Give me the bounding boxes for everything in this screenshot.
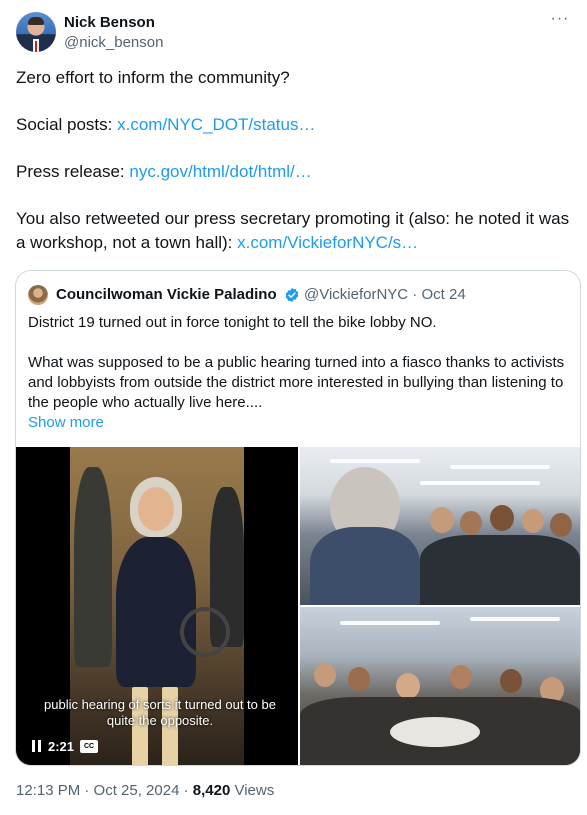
tweet-line: You also retweeted our press secretary p… (16, 207, 571, 255)
media-grid: public hearing of sorts it turned out to… (16, 447, 580, 765)
quoted-para: What was supposed to be a public hearing… (28, 354, 565, 411)
video-subtitle: public hearing of sorts it turned out to… (44, 697, 276, 728)
closed-captions-icon[interactable]: CC (80, 739, 99, 753)
quoted-author-avatar (28, 285, 48, 305)
views-label: Views (230, 782, 275, 799)
show-more-link[interactable]: Show more (28, 413, 568, 433)
views-count: 8,420 (192, 782, 231, 799)
author-avatar[interactable] (16, 12, 56, 52)
quoted-tweet-text: District 19 turned out in force tonight … (28, 313, 568, 433)
tweet-line: Press release: nyc.gov/html/dot/html/… (16, 160, 571, 184)
tweet-body: Zero effort to inform the community? Soc… (16, 66, 571, 255)
verified-badge-icon (285, 288, 299, 302)
tweet-line: Social posts: x.com/NYC_DOT/status… (16, 113, 571, 137)
meeting-photo-2[interactable] (300, 607, 580, 765)
meeting-photo-1[interactable] (300, 447, 580, 605)
quoted-author-name: Councilwoman Vickie Paladino (56, 286, 277, 303)
tweet-timestamp[interactable]: 12:13 PM · Oct 25, 2024 · (16, 782, 193, 799)
video-player[interactable]: public hearing of sorts it turned out to… (16, 447, 298, 765)
quoted-para: District 19 turned out in force tonight … (28, 314, 437, 331)
retweet-link[interactable]: x.com/VickieforNYC/s… (237, 233, 418, 252)
video-controls: 2:21 CC (32, 737, 99, 755)
tweet-meta: 12:13 PM · Oct 25, 2024 · 8,420 Views (16, 782, 274, 800)
tweet-line: Zero effort to inform the community? (16, 68, 290, 87)
press-release-link[interactable]: nyc.gov/html/dot/html/… (129, 162, 311, 181)
author-name[interactable]: Nick Benson (64, 14, 155, 32)
quoted-tweet-header: Councilwoman Vickie Paladino @VickieforN… (28, 285, 568, 305)
pause-icon[interactable] (32, 740, 42, 752)
social-posts-link[interactable]: x.com/NYC_DOT/status… (117, 115, 315, 134)
quoted-tweet[interactable]: Councilwoman Vickie Paladino @VickieforN… (15, 270, 581, 766)
more-dots-icon[interactable]: ··· (549, 11, 571, 30)
quoted-handle-date: @VickieforNYC · Oct 24 (304, 286, 466, 303)
social-label: Social posts: (16, 115, 118, 134)
tweet-header: Nick Benson @nick_benson ··· (16, 11, 571, 54)
author-handle[interactable]: @nick_benson (64, 34, 163, 52)
press-label: Press release: (16, 162, 130, 181)
video-time: 2:21 (48, 738, 75, 754)
